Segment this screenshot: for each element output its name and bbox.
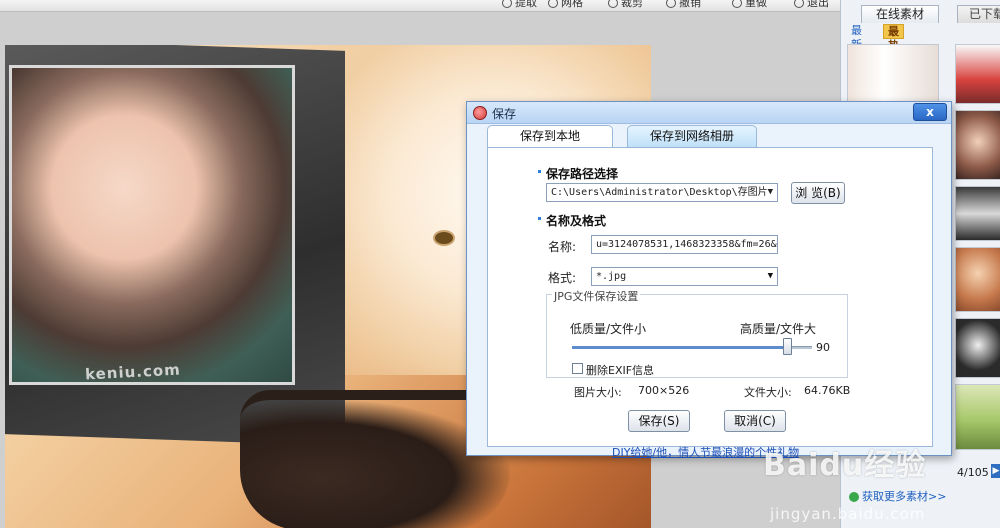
more-materials-link[interactable]: 获取更多素材>>	[849, 488, 946, 504]
browse-button[interactable]: 浏 览(B)	[791, 182, 845, 204]
app-logo-icon	[473, 106, 487, 120]
thumbnail[interactable]	[955, 186, 1000, 241]
baidu-site-watermark: jingyan.baidu.com	[770, 505, 926, 523]
thumbnail[interactable]	[955, 44, 1000, 104]
file-size-label: 文件大小:	[744, 386, 792, 399]
quality-slider-thumb[interactable]	[783, 338, 792, 355]
format-select[interactable]: *.jpg ▼	[591, 267, 778, 286]
redo-icon	[732, 0, 742, 8]
thumbnail[interactable]	[847, 44, 939, 104]
crop-icon	[608, 0, 618, 8]
thumbnail[interactable]	[955, 247, 1000, 312]
tab-save-album[interactable]: 保存到网络相册	[627, 125, 757, 147]
dialog-titlebar[interactable]: 保存 x	[467, 102, 951, 124]
quality-value: 90	[816, 341, 830, 354]
thumbnail[interactable]	[955, 110, 1000, 180]
tab-online-material[interactable]: 在线素材	[861, 5, 939, 23]
toolbar-grid-button[interactable]: 网格	[548, 0, 583, 10]
undo-icon	[666, 0, 676, 8]
toolbar-extract-button[interactable]: 提取	[502, 0, 537, 10]
tab-save-local[interactable]: 保存到本地	[487, 125, 613, 147]
next-page-button[interactable]: ▶	[991, 464, 1000, 478]
add-icon	[849, 492, 859, 502]
file-size-value: 64.76KB	[804, 384, 851, 397]
toolbar-crop-button[interactable]: 裁剪	[608, 0, 643, 10]
quality-slider[interactable]	[572, 338, 812, 355]
cat-eye	[433, 230, 455, 246]
thumbnail[interactable]	[955, 384, 1000, 450]
section-save-path: 保存路径选择	[537, 167, 619, 181]
name-label: 名称:	[548, 240, 577, 254]
quality-slider-fill	[572, 346, 788, 349]
remove-exif-checkbox[interactable]	[572, 363, 583, 374]
section-name-format: 名称及格式	[537, 214, 607, 228]
close-button[interactable]: x	[913, 103, 947, 121]
format-label: 格式:	[548, 271, 577, 285]
toolbar-redo-button[interactable]: 重做	[732, 0, 767, 10]
baidu-watermark: Baidu经验	[763, 448, 927, 483]
grid-icon	[548, 0, 558, 8]
thumbnail[interactable]	[955, 318, 1000, 378]
tab-downloaded[interactable]: 已下载	[957, 5, 1000, 23]
toolbar-undo-button[interactable]: 撤销	[666, 0, 701, 10]
subtab-newest[interactable]: 最新	[847, 24, 866, 51]
exit-icon	[794, 0, 804, 8]
extract-icon	[502, 0, 512, 8]
jpg-settings-legend: JPG文件保存设置	[552, 288, 641, 304]
image-size-value: 700×526	[638, 384, 690, 397]
image-size-label: 图片大小:	[574, 386, 622, 399]
remove-exif-label: 删除EXIF信息	[586, 364, 655, 377]
dialog-title: 保存	[492, 107, 517, 121]
dropdown-arrow-icon: ▼	[767, 187, 773, 197]
high-quality-label: 高质量/文件大	[740, 322, 817, 336]
save-button[interactable]: 保存(S)	[628, 410, 690, 432]
arrow-right-icon: ▶	[992, 466, 1000, 476]
top-toolbar: 提取 网格 裁剪 撤销 重做 退出	[0, 0, 840, 12]
file-name-input[interactable]: u=3124078531,1468323358&fm=26&gp=0_	[591, 235, 778, 254]
save-path-dropdown[interactable]: C:\Users\Administrator\Desktop\存图片 ▼	[546, 183, 778, 202]
chevron-down-icon: ▼	[767, 271, 773, 281]
subtab-hottest[interactable]: 最热	[883, 24, 904, 52]
portrait-photo	[9, 65, 295, 385]
toolbar-exit-button[interactable]: 退出	[794, 0, 829, 10]
page-indicator: 4/105	[957, 466, 989, 479]
low-quality-label: 低质量/文件小	[570, 322, 647, 336]
cancel-button[interactable]: 取消(C)	[724, 410, 786, 432]
